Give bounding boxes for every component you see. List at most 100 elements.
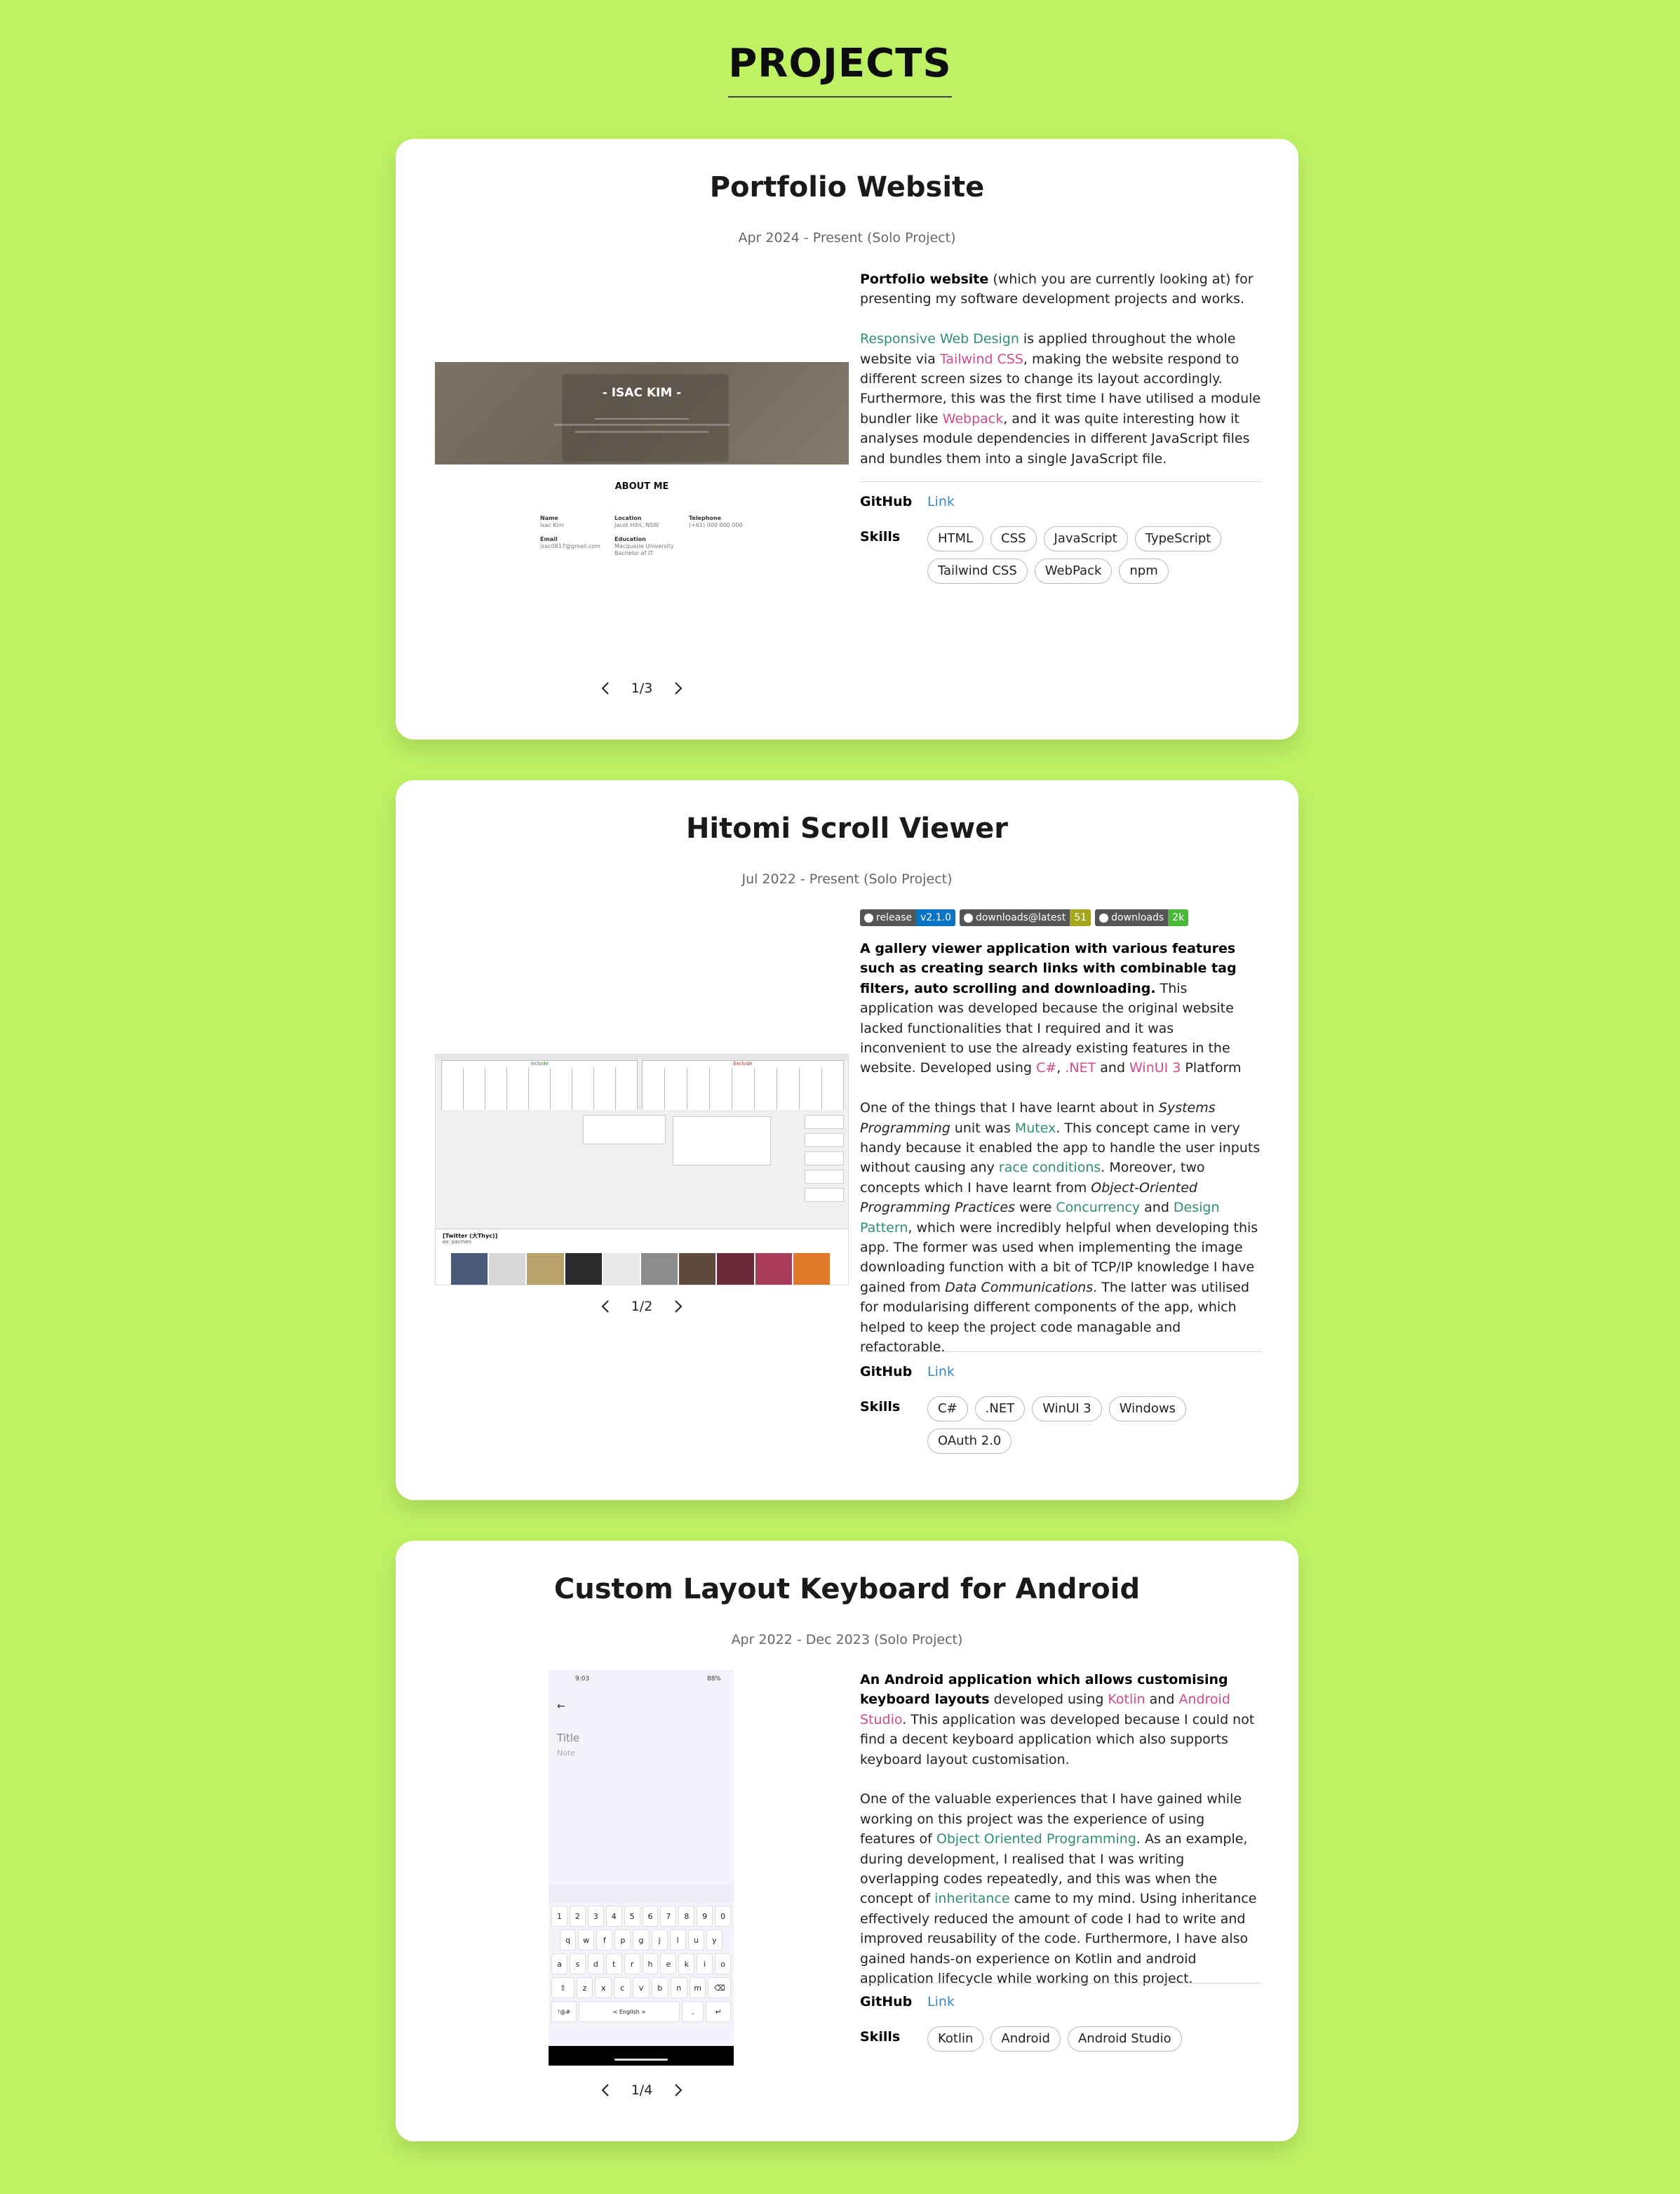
badge-value: 51 bbox=[1070, 909, 1091, 926]
letter-row: qwfpgjluy bbox=[551, 1929, 731, 1951]
back-arrow-icon[interactable]: ← bbox=[557, 1701, 565, 1712]
note-title-field[interactable]: Title bbox=[557, 1732, 579, 1744]
key[interactable]: 0 bbox=[715, 1906, 732, 1927]
gallery-strip: [Twitter (大Thyc)] ex: pacmen bbox=[436, 1229, 848, 1285]
github-link[interactable]: Link bbox=[927, 1994, 955, 2009]
description-bold: Portfolio website bbox=[860, 272, 989, 287]
thumbnail[interactable] bbox=[527, 1253, 564, 1285]
thumbnail[interactable] bbox=[793, 1253, 831, 1285]
key[interactable]: n bbox=[670, 1977, 687, 1998]
github-link[interactable]: Link bbox=[927, 1364, 955, 1379]
side-button[interactable] bbox=[805, 1170, 844, 1184]
key[interactable]: 3 bbox=[587, 1906, 604, 1927]
downloads-badge[interactable]: downloads 2k bbox=[1095, 909, 1189, 926]
search-box bbox=[583, 1115, 666, 1144]
key[interactable]: 8 bbox=[678, 1906, 695, 1927]
key[interactable]: o bbox=[715, 1953, 732, 1974]
thumbnail[interactable] bbox=[603, 1253, 640, 1285]
note-body-field[interactable]: Note bbox=[557, 1748, 575, 1758]
hero-name: - ISAC KIM - bbox=[602, 386, 682, 400]
side-button[interactable] bbox=[805, 1151, 844, 1165]
key[interactable]: 7 bbox=[660, 1906, 677, 1927]
github-label: GitHub bbox=[860, 1364, 913, 1379]
symbols-key[interactable]: !@# bbox=[551, 2001, 577, 2022]
field-value: Isac Kim bbox=[540, 522, 564, 528]
key[interactable]: y bbox=[706, 1929, 723, 1951]
key[interactable]: r bbox=[624, 1953, 640, 1974]
period-key[interactable]: . bbox=[682, 2001, 704, 2022]
key[interactable]: d bbox=[587, 1953, 604, 1974]
space-key[interactable]: < English > bbox=[579, 2001, 680, 2022]
thumbnail[interactable] bbox=[641, 1253, 678, 1285]
hero-line bbox=[595, 418, 689, 420]
thumbnail[interactable] bbox=[755, 1253, 792, 1285]
thumbnail[interactable] bbox=[679, 1253, 716, 1285]
keyboard: 1234567890 qwfpgjluy asdtrhekio ⇧ zxcvbn… bbox=[551, 1906, 732, 2022]
chevron-left-icon[interactable] bbox=[598, 2082, 613, 2098]
table-columns bbox=[442, 1068, 637, 1110]
key[interactable]: f bbox=[596, 1929, 613, 1951]
key[interactable]: w bbox=[578, 1929, 595, 1951]
key[interactable]: 9 bbox=[697, 1906, 713, 1927]
side-button[interactable] bbox=[805, 1115, 844, 1129]
key[interactable]: 5 bbox=[624, 1906, 640, 1927]
key[interactable]: h bbox=[642, 1953, 659, 1974]
chevron-right-icon[interactable] bbox=[671, 2082, 686, 2098]
description-text: Platform bbox=[1181, 1060, 1242, 1076]
key[interactable]: 6 bbox=[642, 1906, 659, 1927]
chevron-right-icon[interactable] bbox=[671, 681, 686, 696]
key[interactable]: z bbox=[576, 1977, 593, 1998]
key[interactable]: j bbox=[651, 1929, 668, 1951]
skill-chip: CSS bbox=[990, 526, 1037, 551]
thumbnail[interactable] bbox=[451, 1253, 488, 1285]
key[interactable]: l bbox=[669, 1929, 686, 1951]
side-button[interactable] bbox=[805, 1133, 844, 1147]
key[interactable]: i bbox=[697, 1953, 713, 1974]
keyword-highlight: Kotlin bbox=[1108, 1692, 1145, 1708]
page-title-wrap: PROJECTS bbox=[0, 41, 1680, 98]
field-value: isac0817@gmail.com bbox=[540, 543, 600, 549]
chevron-left-icon[interactable] bbox=[598, 681, 613, 696]
badge-label: release bbox=[876, 912, 913, 923]
key[interactable]: 1 bbox=[551, 1906, 567, 1927]
description-text: . This application was developed because… bbox=[860, 1711, 1255, 1767]
nav-bar bbox=[549, 2046, 734, 2066]
description-italic: Data Communications bbox=[945, 1279, 1094, 1295]
key[interactable]: g bbox=[633, 1929, 650, 1951]
key[interactable]: k bbox=[678, 1953, 695, 1974]
side-button[interactable] bbox=[805, 1188, 844, 1202]
thumbnail[interactable] bbox=[565, 1253, 602, 1285]
thumbnail[interactable] bbox=[489, 1253, 526, 1285]
key[interactable]: x bbox=[595, 1977, 612, 1998]
release-badge[interactable]: release v2.1.0 bbox=[860, 909, 955, 926]
key[interactable]: b bbox=[651, 1977, 668, 1998]
key[interactable]: s bbox=[569, 1953, 586, 1974]
keyword-highlight: C# bbox=[1036, 1060, 1057, 1076]
key[interactable]: 2 bbox=[569, 1906, 586, 1927]
chevron-left-icon[interactable] bbox=[598, 1299, 613, 1314]
field-education: Education Macquarie University Bachelor o… bbox=[614, 536, 685, 557]
project-title: Portfolio Website bbox=[709, 171, 985, 203]
key[interactable]: v bbox=[633, 1977, 650, 1998]
key[interactable]: u bbox=[687, 1929, 704, 1951]
key[interactable]: e bbox=[660, 1953, 677, 1974]
downloads-latest-badge[interactable]: downloads@latest 51 bbox=[959, 909, 1091, 926]
bottom-row: !@# < English > . ↵ bbox=[551, 2001, 731, 2022]
field-name: Name Isac Kim bbox=[540, 515, 603, 529]
description-paragraph: One of the valuable experiences that I h… bbox=[860, 1789, 1261, 1988]
key[interactable]: t bbox=[605, 1953, 622, 1974]
enter-key-icon[interactable]: ↵ bbox=[705, 2001, 731, 2022]
shift-key-icon[interactable]: ⇧ bbox=[551, 1977, 574, 1998]
thumbnail[interactable] bbox=[717, 1253, 754, 1285]
key[interactable]: p bbox=[614, 1929, 631, 1951]
home-indicator[interactable] bbox=[614, 2059, 668, 2061]
backspace-key-icon[interactable]: ⌫ bbox=[708, 1977, 732, 1998]
key[interactable]: m bbox=[689, 1977, 706, 1998]
key[interactable]: 4 bbox=[605, 1906, 622, 1927]
github-link[interactable]: Link bbox=[927, 494, 955, 509]
chevron-right-icon[interactable] bbox=[671, 1299, 686, 1314]
exclude-table: Exclude bbox=[642, 1060, 844, 1110]
key[interactable]: q bbox=[560, 1929, 577, 1951]
key[interactable]: c bbox=[614, 1977, 631, 1998]
key[interactable]: a bbox=[551, 1953, 567, 1974]
